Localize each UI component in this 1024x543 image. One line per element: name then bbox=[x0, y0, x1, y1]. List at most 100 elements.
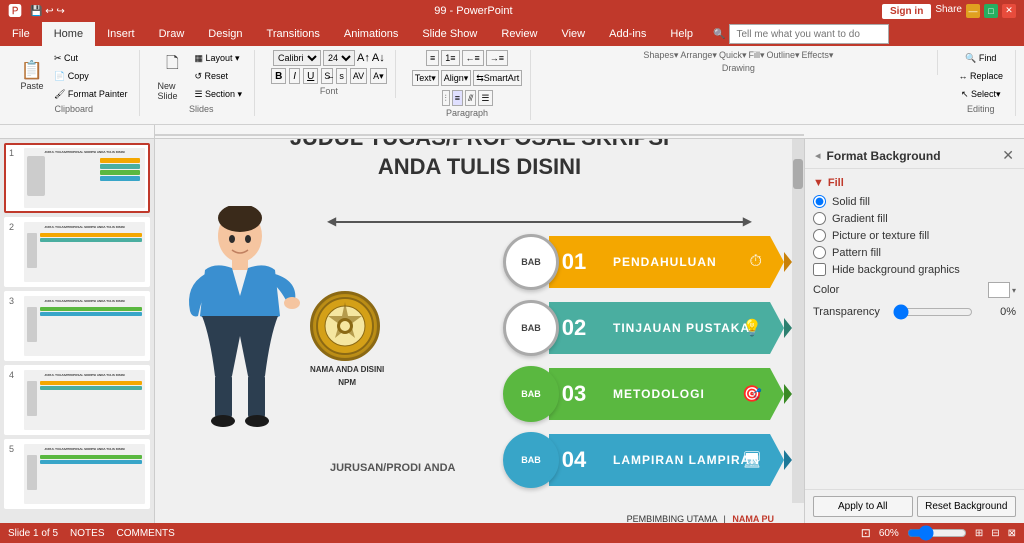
decrease-indent-button[interactable]: ←≡ bbox=[462, 50, 484, 66]
tab-addins[interactable]: Add-ins bbox=[597, 22, 658, 46]
decrease-font-button[interactable]: A↓ bbox=[372, 52, 385, 64]
font-size-select[interactable]: 24 bbox=[323, 50, 355, 66]
char-spacing-button[interactable]: AV bbox=[350, 68, 367, 84]
tab-slideshow[interactable]: Slide Show bbox=[410, 22, 489, 46]
format-panel-close-button[interactable]: ✕ bbox=[1002, 147, 1014, 164]
reset-background-button[interactable]: Reset Background bbox=[917, 496, 1017, 517]
tab-help[interactable]: Help bbox=[658, 22, 705, 46]
bold-button[interactable]: B bbox=[271, 68, 286, 84]
shadow-button[interactable]: s bbox=[336, 68, 347, 84]
reset-button[interactable]: ↺ Reset bbox=[190, 68, 246, 84]
tab-home[interactable]: Home bbox=[42, 22, 95, 46]
format-panel-back-icon[interactable]: ◂ bbox=[815, 149, 821, 162]
slide-thumb-4[interactable]: 4 JUDUL TUGAS/PROPOSAL SKRIPSI ANDA TULI… bbox=[4, 365, 150, 435]
fill-radio-gradient[interactable] bbox=[813, 212, 826, 225]
shape-outline-button[interactable]: Outline▾ bbox=[767, 50, 800, 61]
color-dropdown-arrow[interactable]: ▾ bbox=[1012, 286, 1016, 295]
paste-button[interactable]: 📋 Paste bbox=[16, 56, 48, 96]
find-button[interactable]: 🔍 Find bbox=[961, 50, 1000, 66]
slide-title-line2[interactable]: ANDA TULIS DISINI bbox=[155, 153, 804, 182]
vertical-scrollbar[interactable] bbox=[792, 139, 804, 503]
tab-view[interactable]: View bbox=[549, 22, 597, 46]
layout-button[interactable]: ▦ Layout ▾ bbox=[190, 50, 246, 66]
ribbon-search-input[interactable] bbox=[729, 24, 889, 44]
scrollbar-thumb[interactable] bbox=[793, 159, 803, 189]
thumb3-items bbox=[38, 307, 142, 342]
fill-radio-pattern[interactable] bbox=[813, 246, 826, 259]
tab-animations[interactable]: Animations bbox=[332, 22, 410, 46]
signin-button[interactable]: Sign in bbox=[882, 4, 931, 19]
fit-slide-button[interactable]: ⊡ bbox=[861, 526, 871, 540]
cut-button[interactable]: ✂ Cut bbox=[50, 50, 131, 66]
slide-thumb-3[interactable]: 3 JUDUL TUGAS/PROPOSAL SKRIPSI ANDA TULI… bbox=[4, 291, 150, 361]
maximize-button[interactable]: □ bbox=[984, 4, 998, 18]
notes-button[interactable]: NOTES bbox=[70, 528, 104, 539]
fill-section-header[interactable]: ▼ Fill bbox=[813, 177, 1016, 189]
select-button[interactable]: ↖ Select▾ bbox=[957, 86, 1005, 102]
format-painter-button[interactable]: 🖌 Format Painter bbox=[50, 86, 131, 102]
quick-styles-button[interactable]: Quick▾ bbox=[719, 50, 747, 61]
section-button[interactable]: ☰ Section ▾ bbox=[190, 86, 246, 102]
minimize-button[interactable]: — bbox=[966, 4, 980, 18]
tab-insert[interactable]: Insert bbox=[95, 22, 147, 46]
view-slide-button[interactable]: ⊠ bbox=[1008, 528, 1016, 539]
jurusan-label[interactable]: JURUSAN/PRODI ANDA bbox=[330, 462, 456, 474]
shape-fill-button[interactable]: Fill▾ bbox=[748, 50, 764, 61]
thumb2-item1 bbox=[40, 233, 142, 237]
text-direction-button[interactable]: Text▾ bbox=[412, 70, 439, 86]
bullets-button[interactable]: ≡ bbox=[426, 50, 439, 66]
view-outline-button[interactable]: ⊟ bbox=[991, 528, 999, 539]
new-slide-button[interactable]: 🗋 New Slide bbox=[156, 56, 188, 96]
tab-file[interactable]: File bbox=[0, 22, 42, 46]
arrange-button[interactable]: Arrange▾ bbox=[680, 50, 717, 61]
increase-indent-button[interactable]: →≡ bbox=[486, 50, 508, 66]
share-button[interactable]: Share bbox=[935, 4, 962, 19]
view-normal-button[interactable]: ⊞ bbox=[975, 528, 983, 539]
color-swatch[interactable] bbox=[988, 282, 1010, 298]
font-family-select[interactable]: Calibri bbox=[273, 50, 321, 66]
slide-thumb-5[interactable]: 5 JUDUL TUGAS/PROPOSAL SKRIPSI ANDA TULI… bbox=[4, 439, 150, 509]
status-right: ⊡ 60% ⊞ ⊟ ⊠ bbox=[861, 526, 1016, 540]
nama-label[interactable]: NAMA ANDA DISINI bbox=[310, 365, 384, 374]
npm-label[interactable]: NPM bbox=[310, 378, 384, 387]
bab-item-3[interactable]: BAB 03 METODOLOGI 🎯 bbox=[503, 368, 784, 420]
replace-button[interactable]: ↔ Replace bbox=[954, 68, 1007, 84]
zoom-slider[interactable] bbox=[907, 528, 967, 538]
fill-gradient-label: Gradient fill bbox=[832, 213, 888, 225]
underline-button[interactable]: U bbox=[303, 68, 318, 84]
transparency-slider[interactable] bbox=[893, 304, 973, 320]
align-left-button[interactable]: ⫶ bbox=[442, 90, 450, 106]
align-right-button[interactable]: ⫻ bbox=[465, 90, 476, 106]
thumb5-item2 bbox=[40, 460, 142, 464]
numbering-button[interactable]: 1≡ bbox=[441, 50, 459, 66]
comments-button[interactable]: COMMENTS bbox=[117, 528, 175, 539]
thumb2-title: JUDUL TUGAS/PROPOSAL SKRIPSI ANDA TULIS … bbox=[24, 225, 145, 229]
italic-button[interactable]: I bbox=[289, 68, 300, 84]
increase-font-button[interactable]: A↑ bbox=[357, 52, 370, 64]
apply-to-all-button[interactable]: Apply to All bbox=[813, 496, 913, 517]
slide-thumb-1[interactable]: 1 JUDUL TUGAS/PROPOSAL SKRIPSI ANDA TULI… bbox=[4, 143, 150, 213]
tab-draw[interactable]: Draw bbox=[147, 22, 197, 46]
tab-design[interactable]: Design bbox=[196, 22, 254, 46]
copy-button[interactable]: 📄 Copy bbox=[50, 68, 131, 84]
slide-title-line1[interactable]: JUDUL TUGAS/PROPOSAL SKRIPSI bbox=[155, 139, 804, 153]
shape-effects-button[interactable]: Effects▾ bbox=[802, 50, 834, 61]
fill-radio-picture[interactable] bbox=[813, 229, 826, 242]
align-text-button[interactable]: Align▾ bbox=[441, 70, 472, 86]
align-center-button[interactable]: ≡ bbox=[452, 90, 463, 106]
font-color-button[interactable]: A▾ bbox=[370, 68, 387, 84]
justify-button[interactable]: ☰ bbox=[478, 90, 492, 106]
fill-radio-solid[interactable] bbox=[813, 195, 826, 208]
tab-review[interactable]: Review bbox=[489, 22, 549, 46]
transparency-value: 0% bbox=[986, 306, 1016, 318]
bab-item-1[interactable]: BAB 01 PENDAHULUAN ⏱ bbox=[503, 236, 784, 288]
bab-text-1: PENDAHULUAN bbox=[613, 255, 717, 269]
fill-hide-checkbox[interactable] bbox=[813, 263, 826, 276]
smartart-button[interactable]: ⇆SmartArt bbox=[473, 70, 522, 86]
bab-item-4[interactable]: BAB 04 LAMPIRAN LAMPIRAN 🖥 bbox=[503, 434, 784, 486]
tab-transitions[interactable]: Transitions bbox=[255, 22, 332, 46]
close-button[interactable]: ✕ bbox=[1002, 4, 1016, 18]
slide-thumb-2[interactable]: 2 JUDUL TUGAS/PROPOSAL SKRIPSI ANDA TULI… bbox=[4, 217, 150, 287]
strikethrough-button[interactable]: S̶ bbox=[321, 68, 333, 84]
bab-item-2[interactable]: BAB 02 TINJAUAN PUSTAKA 💡 bbox=[503, 302, 784, 354]
